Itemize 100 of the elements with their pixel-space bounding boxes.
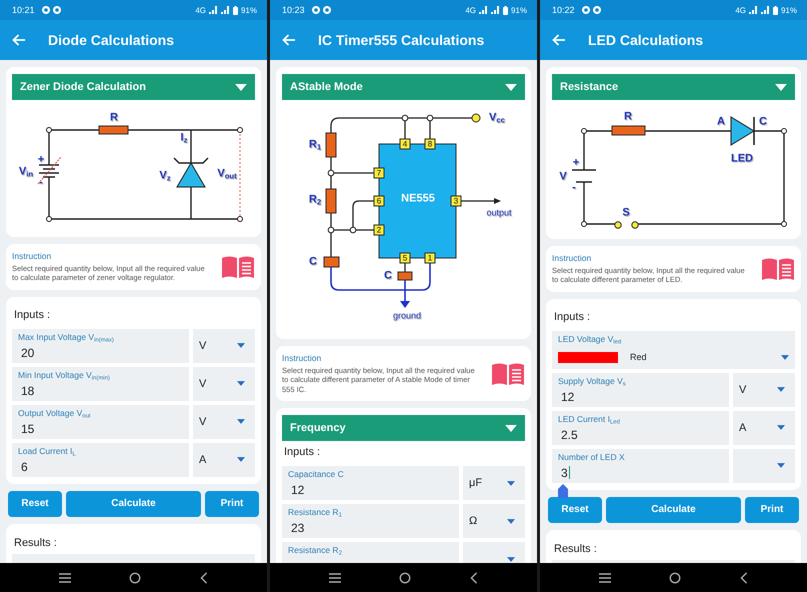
caret-icon: [237, 381, 245, 386]
circuit-label: R$_{1}$: [308, 140, 322, 150]
caret-icon: [781, 354, 789, 360]
status-time: 10:23: [282, 5, 305, 15]
unit-dropdown[interactable]: V: [193, 366, 255, 401]
caret-icon: [775, 84, 787, 90]
circuit-label: V: [559, 172, 567, 182]
cursor-handle[interactable]: [558, 484, 568, 498]
caret-icon: [507, 480, 515, 486]
field-value: 2.5: [561, 428, 578, 442]
unit-dropdown[interactable]: A: [733, 410, 795, 445]
unit-dropdown[interactable]: Ω: [463, 504, 525, 538]
caret-icon: [237, 343, 245, 348]
home-icon[interactable]: [398, 572, 412, 584]
field-label: Resistance R$_{2}$: [288, 545, 343, 556]
input-field[interactable]: Output Voltage V$_{out}$ 15: [12, 404, 189, 439]
input-field[interactable]: Resistance R$_{1}$ 23: [282, 504, 459, 538]
circuit-label: A: [717, 116, 725, 128]
home-icon[interactable]: [668, 572, 682, 584]
circuit-label: R: [624, 112, 632, 122]
status-time: 10:21: [12, 5, 35, 15]
battery-icon: [772, 6, 778, 14]
input-field[interactable]: Resistance R$_{2}$: [282, 542, 459, 563]
section-heading: Results :: [14, 536, 58, 549]
screen-title: Diode Calculations: [48, 32, 174, 48]
circuit-label: C: [759, 116, 767, 128]
book-icon: [761, 256, 795, 281]
battery-percent: 91%: [510, 6, 527, 14]
circuit-label: V$_{out}$: [217, 168, 237, 180]
menu-icon[interactable]: [328, 572, 342, 584]
book-icon: [491, 362, 525, 386]
field-value: 3: [561, 466, 568, 480]
caret-icon: [507, 518, 515, 524]
circuit-label: R$_{2}$: [308, 194, 322, 206]
signal-icon: [490, 6, 500, 14]
unit-dropdown[interactable]: V: [193, 328, 255, 363]
back-icon[interactable]: [198, 572, 209, 584]
unit-dropdown[interactable]: V: [733, 372, 795, 407]
field-value: 12: [291, 483, 304, 498]
caret-icon: [777, 387, 785, 392]
caret-icon: [777, 463, 785, 468]
circuit-label: output: [486, 208, 512, 218]
circuit-label: -: [572, 182, 576, 194]
circuit-label: V$_{in}$: [18, 166, 34, 178]
instruction-heading: Instruction: [12, 251, 52, 261]
input-field[interactable]: Max Input Voltage V$_{in(max)}$ 20: [12, 328, 189, 363]
caret-icon: [505, 84, 517, 90]
section-heading: Results :: [554, 542, 598, 555]
field-label: LED Current I$_{Led}$: [558, 414, 621, 424]
instruction-heading: Instruction: [282, 353, 322, 363]
section-heading: Inputs :: [554, 310, 592, 323]
status-time: 10:22: [552, 5, 575, 15]
signal-icon: [478, 6, 488, 14]
circuit-label: ground: [392, 312, 422, 320]
screen-title: IC Timer555 Calculations: [318, 32, 484, 48]
home-icon[interactable]: [128, 572, 142, 584]
menu-icon[interactable]: [598, 572, 612, 584]
unit-dropdown[interactable]: μF: [463, 466, 525, 500]
section-heading: Inputs :: [14, 308, 52, 321]
battery-icon: [232, 6, 238, 14]
section-heading: Inputs :: [284, 446, 322, 458]
input-field[interactable]: LED Current I$_{Led}$ 2.5: [552, 410, 729, 445]
field-value: 15: [21, 422, 34, 436]
field-label: Output Voltage V$_{out}$: [18, 408, 92, 418]
circuit-label: I$_{z}$: [180, 132, 188, 144]
pin-label: 5: [400, 252, 410, 264]
caret-icon: [237, 419, 245, 424]
caret-icon: [237, 457, 245, 462]
network-label: 4G: [465, 6, 476, 14]
circuit-label: +: [38, 154, 44, 166]
instruction-heading: Instruction: [552, 253, 592, 263]
field-label: Resistance R$_{1}$: [288, 507, 343, 518]
circuit-label: V$_{cc}$: [489, 112, 505, 124]
circuit-label: -: [39, 178, 43, 188]
pin-label: 1: [424, 252, 436, 264]
back-icon[interactable]: [738, 572, 749, 584]
circuit-label: S: [622, 208, 630, 218]
back-arrow-icon[interactable]: [12, 34, 26, 46]
menu-icon[interactable]: [58, 572, 72, 584]
signal-icon: [760, 6, 770, 14]
input-field[interactable]: Supply Voltage V$_{s}$ 12: [552, 372, 729, 407]
back-arrow-icon[interactable]: [552, 34, 566, 46]
back-icon[interactable]: [468, 572, 479, 584]
field-label: Number of LED X: [558, 452, 626, 462]
circuit-label: C: [384, 270, 392, 282]
input-field[interactable]: Capacitance C 12: [282, 466, 459, 500]
input-field[interactable]: Min Input Voltage V$_{in(min)}$ 18: [12, 366, 189, 401]
circuit-label: C: [309, 256, 317, 268]
pin-label: 3: [450, 196, 462, 206]
field-value: 6: [21, 460, 28, 474]
caret-icon: [505, 424, 517, 432]
book-icon: [221, 254, 255, 279]
circuit-label: +: [572, 158, 580, 168]
unit-dropdown[interactable]: V: [193, 404, 255, 439]
back-arrow-icon[interactable]: [282, 34, 296, 46]
unit-dropdown[interactable]: A: [193, 442, 255, 477]
network-label: 4G: [195, 6, 206, 14]
signal-icon: [748, 6, 758, 14]
dropdown-field[interactable]: LED Voltage V$_{led}$ Red: [552, 330, 795, 369]
input-field[interactable]: Load Current I$_{L}$ 6: [12, 442, 189, 477]
